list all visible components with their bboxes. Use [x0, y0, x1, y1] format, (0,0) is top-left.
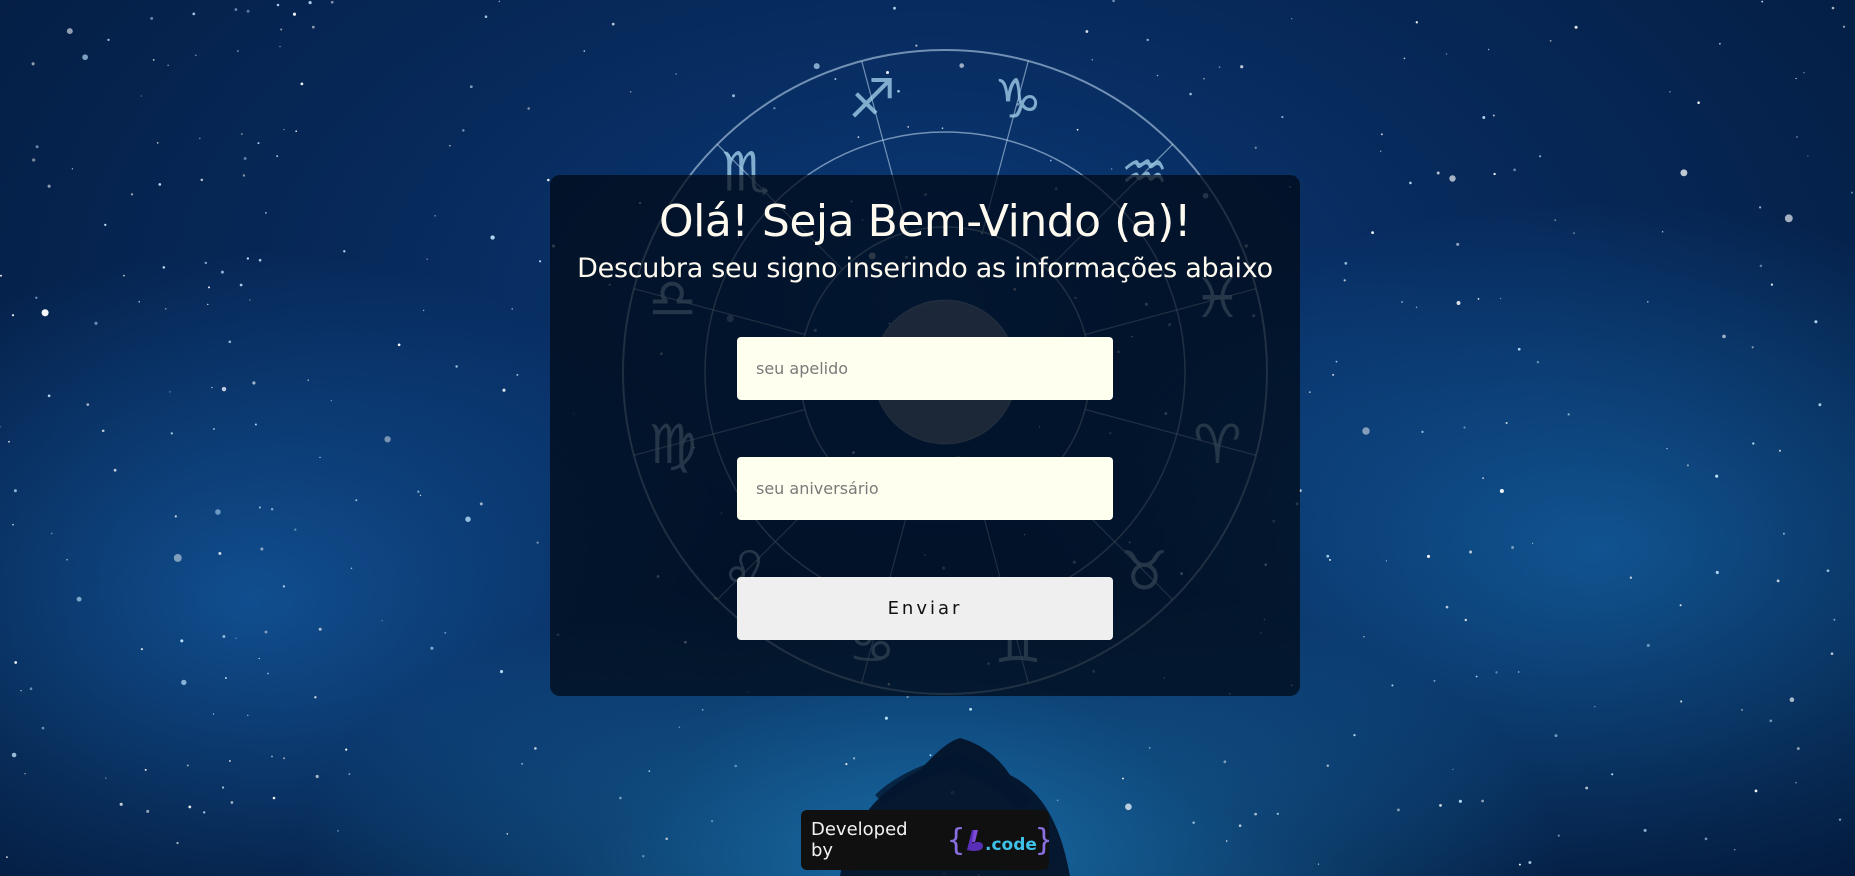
page-title: Olá! Seja Bem-Vindo (a)!: [658, 196, 1192, 247]
developed-by-label: Developed by: [811, 819, 908, 861]
signup-card: Olá! Seja Bem-Vindo (a)! Descubra seu si…: [550, 175, 1300, 696]
developer-credit-badge[interactable]: Developed by { .code }: [801, 810, 1049, 870]
bcode-logo-graphic: { .code }: [947, 823, 1049, 858]
svg-text:}: }: [1035, 823, 1049, 858]
svg-text:{: {: [947, 823, 965, 858]
nickname-input[interactable]: [737, 337, 1113, 400]
birthday-input[interactable]: [737, 457, 1113, 520]
submit-button[interactable]: Enviar: [737, 577, 1113, 640]
page-subtitle: Descubra seu signo inserindo as informaç…: [577, 253, 1273, 284]
bcode-logo-icon: { .code }: [945, 820, 1049, 860]
bcode-logo-text: .code: [985, 835, 1037, 855]
